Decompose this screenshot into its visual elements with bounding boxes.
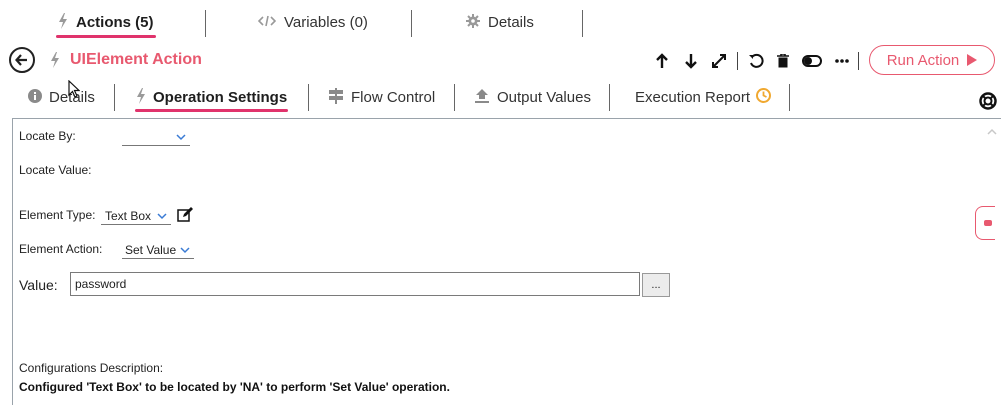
divider xyxy=(114,84,115,111)
divider xyxy=(858,52,859,70)
upload-icon xyxy=(474,88,490,107)
delete-button[interactable] xyxy=(772,50,794,72)
tab-variables[interactable]: Variables (0) xyxy=(257,8,368,36)
element-type-label: Element Type: xyxy=(19,208,96,222)
divider xyxy=(789,84,790,111)
chevron-down-icon xyxy=(176,130,186,144)
divider xyxy=(609,84,610,111)
clock-icon xyxy=(756,87,772,107)
subtab-execution-report-label: Execution Report xyxy=(635,88,751,106)
tab-details[interactable]: Details xyxy=(466,8,534,36)
move-down-button[interactable] xyxy=(680,50,702,72)
bolt-icon xyxy=(50,52,60,73)
subtab-flow-control[interactable]: Flow Control xyxy=(328,86,435,108)
divider xyxy=(454,84,455,111)
divider xyxy=(205,10,206,37)
tab-variables-label: Variables (0) xyxy=(284,13,368,31)
help-button[interactable] xyxy=(979,92,997,115)
element-type-value: Text Box xyxy=(105,208,152,223)
subtab-operation-settings[interactable]: Operation Settings xyxy=(134,86,289,112)
subtab-execution-report[interactable]: Execution Report xyxy=(635,86,772,108)
scroll-up-icon[interactable] xyxy=(987,123,997,141)
action-title: UIElement Action xyxy=(70,51,202,68)
chevron-down-icon xyxy=(157,209,167,223)
code-icon xyxy=(257,14,277,30)
locate-by-select[interactable] xyxy=(122,128,190,146)
value-input[interactable]: password xyxy=(70,272,640,296)
element-action-value: Set Value xyxy=(125,242,177,257)
toggle-button[interactable] xyxy=(801,50,823,72)
config-description-label: Configurations Description: xyxy=(19,361,164,375)
expand-button[interactable] xyxy=(708,50,730,72)
arrow-down-icon xyxy=(685,54,697,69)
element-action-label: Element Action: xyxy=(19,242,103,256)
undo-button[interactable] xyxy=(745,50,767,72)
subtab-output-values-label: Output Values xyxy=(497,88,591,106)
element-action-select[interactable]: Set Value xyxy=(122,241,194,259)
value-browse-button[interactable]: ... xyxy=(642,273,670,297)
signpost-icon xyxy=(328,87,344,107)
run-action-label: Run Action xyxy=(886,51,960,69)
edit-button[interactable] xyxy=(177,207,193,227)
subtab-output-values[interactable]: Output Values xyxy=(474,86,591,108)
locate-value-label: Locate Value: xyxy=(19,163,92,177)
divider xyxy=(411,10,412,37)
tab-actions-label: Actions (5) xyxy=(76,13,154,31)
info-icon xyxy=(28,88,42,106)
arrow-up-icon xyxy=(656,53,668,68)
subtab-operation-settings-label: Operation Settings xyxy=(153,88,288,106)
expand-icon xyxy=(712,54,726,68)
element-type-select[interactable]: Text Box xyxy=(101,207,171,225)
gear-icon xyxy=(466,13,480,31)
mouse-cursor-icon xyxy=(68,79,81,103)
back-button[interactable] xyxy=(9,47,35,73)
action-toolbar xyxy=(651,50,861,72)
more-icon xyxy=(835,59,849,63)
subtab-details[interactable]: Details xyxy=(28,86,95,108)
divider xyxy=(582,10,583,37)
edit-icon xyxy=(177,207,193,222)
toggle-icon xyxy=(802,55,822,67)
config-description-text: Configured 'Text Box' to be located by '… xyxy=(19,380,450,394)
subtab-flow-control-label: Flow Control xyxy=(351,88,436,106)
bolt-icon xyxy=(136,87,146,107)
tab-details-label: Details xyxy=(488,13,534,31)
lifebuoy-icon xyxy=(979,92,997,110)
tab-actions[interactable]: Actions (5) xyxy=(56,8,156,38)
trash-icon xyxy=(777,54,789,68)
side-panel-handle[interactable] xyxy=(975,206,995,240)
divider xyxy=(737,52,738,70)
play-icon xyxy=(967,54,978,66)
run-action-button[interactable]: Run Action xyxy=(869,45,995,75)
more-button[interactable] xyxy=(831,50,853,72)
move-up-button[interactable] xyxy=(651,50,673,72)
top-tab-bar: Actions (5) Variables (0) Details xyxy=(0,0,1001,40)
operation-settings-panel: Locate By: Locate Value: Element Type: T… xyxy=(12,118,1001,405)
arrow-left-icon xyxy=(15,54,27,66)
bolt-icon xyxy=(58,12,68,32)
chevron-down-icon xyxy=(180,243,190,257)
divider xyxy=(308,84,309,111)
value-label: Value: xyxy=(19,277,58,293)
undo-icon xyxy=(749,53,764,68)
locate-by-label: Locate By: xyxy=(19,129,76,143)
